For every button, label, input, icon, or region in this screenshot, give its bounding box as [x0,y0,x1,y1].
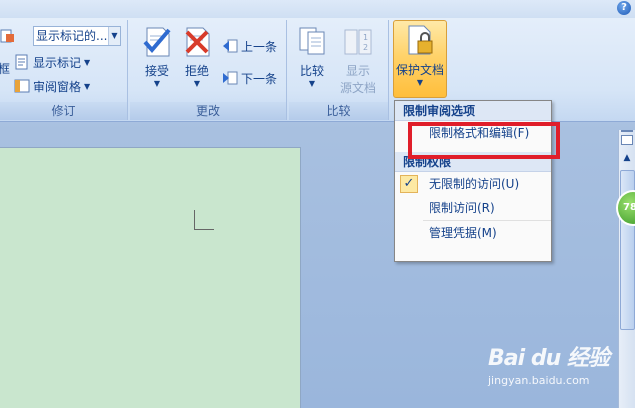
ruler-toggle-icon[interactable] [621,135,633,145]
previous-change-button[interactable]: 上一条 [222,36,277,56]
watermark-logo: Bai du 经验 [488,346,610,371]
reviewing-pane-label: 审阅窗格 [33,79,82,94]
show-source-icon: 12 [342,24,374,58]
compare-group-label: 比较 [289,102,388,120]
menu-item-restricted-access[interactable]: 限制访问(R) [395,196,551,220]
watermark-url: jingyan.baidu.com [488,374,590,387]
show-markup-button[interactable]: 显示标记 ▼ [14,52,90,72]
compare-label: 比较 [299,64,324,78]
chevron-down-icon: ▼ [84,57,91,67]
svg-text:1: 1 [363,33,368,42]
next-change-button[interactable]: 下一条 [222,68,277,88]
chevron-down-icon: ▼ [193,79,201,88]
margin-corner-mark [194,210,214,230]
compare-icon [296,24,328,58]
chevron-down-icon: ▼ [308,79,316,88]
show-source-button[interactable]: 12 显示 源文档 [333,24,383,96]
previous-arrow-icon [222,38,238,54]
reject-button[interactable]: 拒绝 ▼ [174,24,220,88]
chevron-down-icon: ▼ [416,78,424,87]
protect-document-button[interactable]: 保护文档 ▼ [393,20,447,98]
highlight-box [408,122,560,159]
help-icon[interactable]: ? [617,1,631,15]
chevron-down-icon[interactable]: ▼ [108,27,120,45]
changes-group: 接受 ▼ 拒绝 ▼ 上一条 下一条 更改 [130,20,287,120]
scroll-up-arrow-icon[interactable]: ▲ [619,150,635,166]
tracking-group: 显示标记的... ▼ 显示标记 ▼ 审阅窗格 ▼ 框 修订 [0,20,128,120]
markup-combo[interactable]: 显示标记的... ▼ [33,26,121,46]
track-changes-icon [0,28,16,44]
show-source-label-1: 显示 [345,64,370,78]
menu-item-unrestricted-access[interactable]: ✓ 无限制的访问(U) [395,172,551,196]
previous-change-label: 上一条 [241,39,278,54]
balloons-fragment[interactable]: 框 [0,58,10,78]
balloons-fragment-label: 框 [0,61,11,76]
show-source-label-2: 源文档 [339,81,376,95]
title-strip: ? [0,0,635,18]
changes-group-label: 更改 [130,102,286,120]
next-arrow-icon [222,70,238,86]
show-markup-icon [14,54,30,70]
document-page[interactable] [0,147,301,408]
menu-item-manage-credentials[interactable]: 管理凭据(M) [395,221,551,245]
menu-heading-restrict-review: 限制审阅选项 [395,101,551,121]
scroll-split-handle[interactable] [621,130,633,132]
reject-label: 拒绝 [184,64,209,78]
track-changes-fragment[interactable] [0,26,19,46]
protect-document-inner: 保护文档 ▼ [396,23,444,87]
reviewing-pane-icon [14,78,30,94]
reviewing-pane-button[interactable]: 审阅窗格 ▼ [14,76,90,96]
chevron-down-icon: ▼ [84,81,91,91]
next-change-label: 下一条 [241,71,278,86]
tracking-group-label: 修订 [0,102,127,120]
checkmark-icon: ✓ [400,175,418,193]
accept-icon [141,24,173,58]
show-markup-label: 显示标记 [33,55,82,70]
compare-button[interactable]: 比较 ▼ [289,24,335,88]
reject-icon [181,24,213,58]
markup-combo-value: 显示标记的... [36,29,108,43]
svg-text:2: 2 [363,43,368,52]
compare-group: 比较 ▼ 12 显示 源文档 比较 [289,20,389,120]
lock-document-icon [404,23,436,57]
protect-document-label: 保护文档 [396,63,445,77]
menu-item-unrestricted-label: 无限制的访问(U) [429,177,520,191]
watermark: Bai du 经验 jingyan.baidu.com [488,340,628,400]
